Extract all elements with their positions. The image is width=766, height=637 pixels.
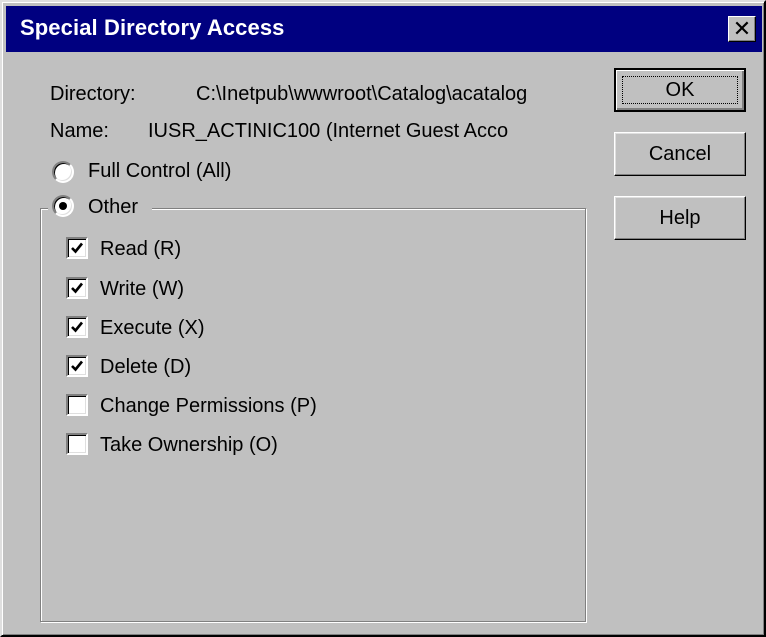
directory-value: C:\Inetpub\wwwroot\Catalog\acatalog	[196, 83, 528, 105]
check-icon	[71, 282, 84, 294]
radio-dot-icon	[59, 202, 67, 210]
change-permissions-label[interactable]: Change Permissions (P)	[100, 394, 317, 418]
help-label: Help	[659, 206, 701, 229]
execute-checkbox[interactable]	[66, 316, 88, 338]
focus-rect	[622, 76, 738, 104]
cancel-label: Cancel	[648, 142, 712, 165]
other-label[interactable]: Other	[88, 195, 138, 219]
read-checkbox[interactable]	[66, 237, 88, 259]
name-label: Name:	[50, 120, 109, 142]
execute-label[interactable]: Execute (X)	[100, 316, 204, 340]
special-directory-access-dialog: Special Directory Access ✕ Directory: C:…	[0, 0, 766, 637]
check-icon	[71, 360, 84, 372]
delete-checkbox[interactable]	[66, 355, 88, 377]
take-ownership-label[interactable]: Take Ownership (O)	[100, 433, 278, 457]
help-button[interactable]: Help	[614, 196, 746, 240]
change-permissions-checkbox[interactable]	[66, 394, 88, 416]
dialog-title: Special Directory Access	[20, 15, 285, 40]
delete-label[interactable]: Delete (D)	[100, 355, 191, 379]
check-icon	[71, 242, 84, 254]
read-label[interactable]: Read (R)	[100, 237, 181, 261]
full-control-radio[interactable]	[52, 161, 74, 183]
check-icon	[71, 321, 84, 333]
other-radio[interactable]	[52, 195, 74, 217]
full-control-label[interactable]: Full Control (All)	[88, 159, 231, 183]
name-value: IUSR_ACTINIC100 (Internet Guest Acco	[148, 120, 509, 142]
cancel-button[interactable]: Cancel	[614, 132, 746, 176]
write-checkbox[interactable]	[66, 277, 88, 299]
take-ownership-checkbox[interactable]	[66, 433, 88, 455]
close-icon: ✕	[732, 16, 752, 41]
title-bar[interactable]: Special Directory Access ✕	[6, 6, 762, 52]
write-label[interactable]: Write (W)	[100, 277, 184, 301]
directory-label: Directory:	[50, 83, 136, 105]
ok-button[interactable]: OK	[614, 68, 746, 112]
close-button[interactable]: ✕	[728, 16, 756, 42]
